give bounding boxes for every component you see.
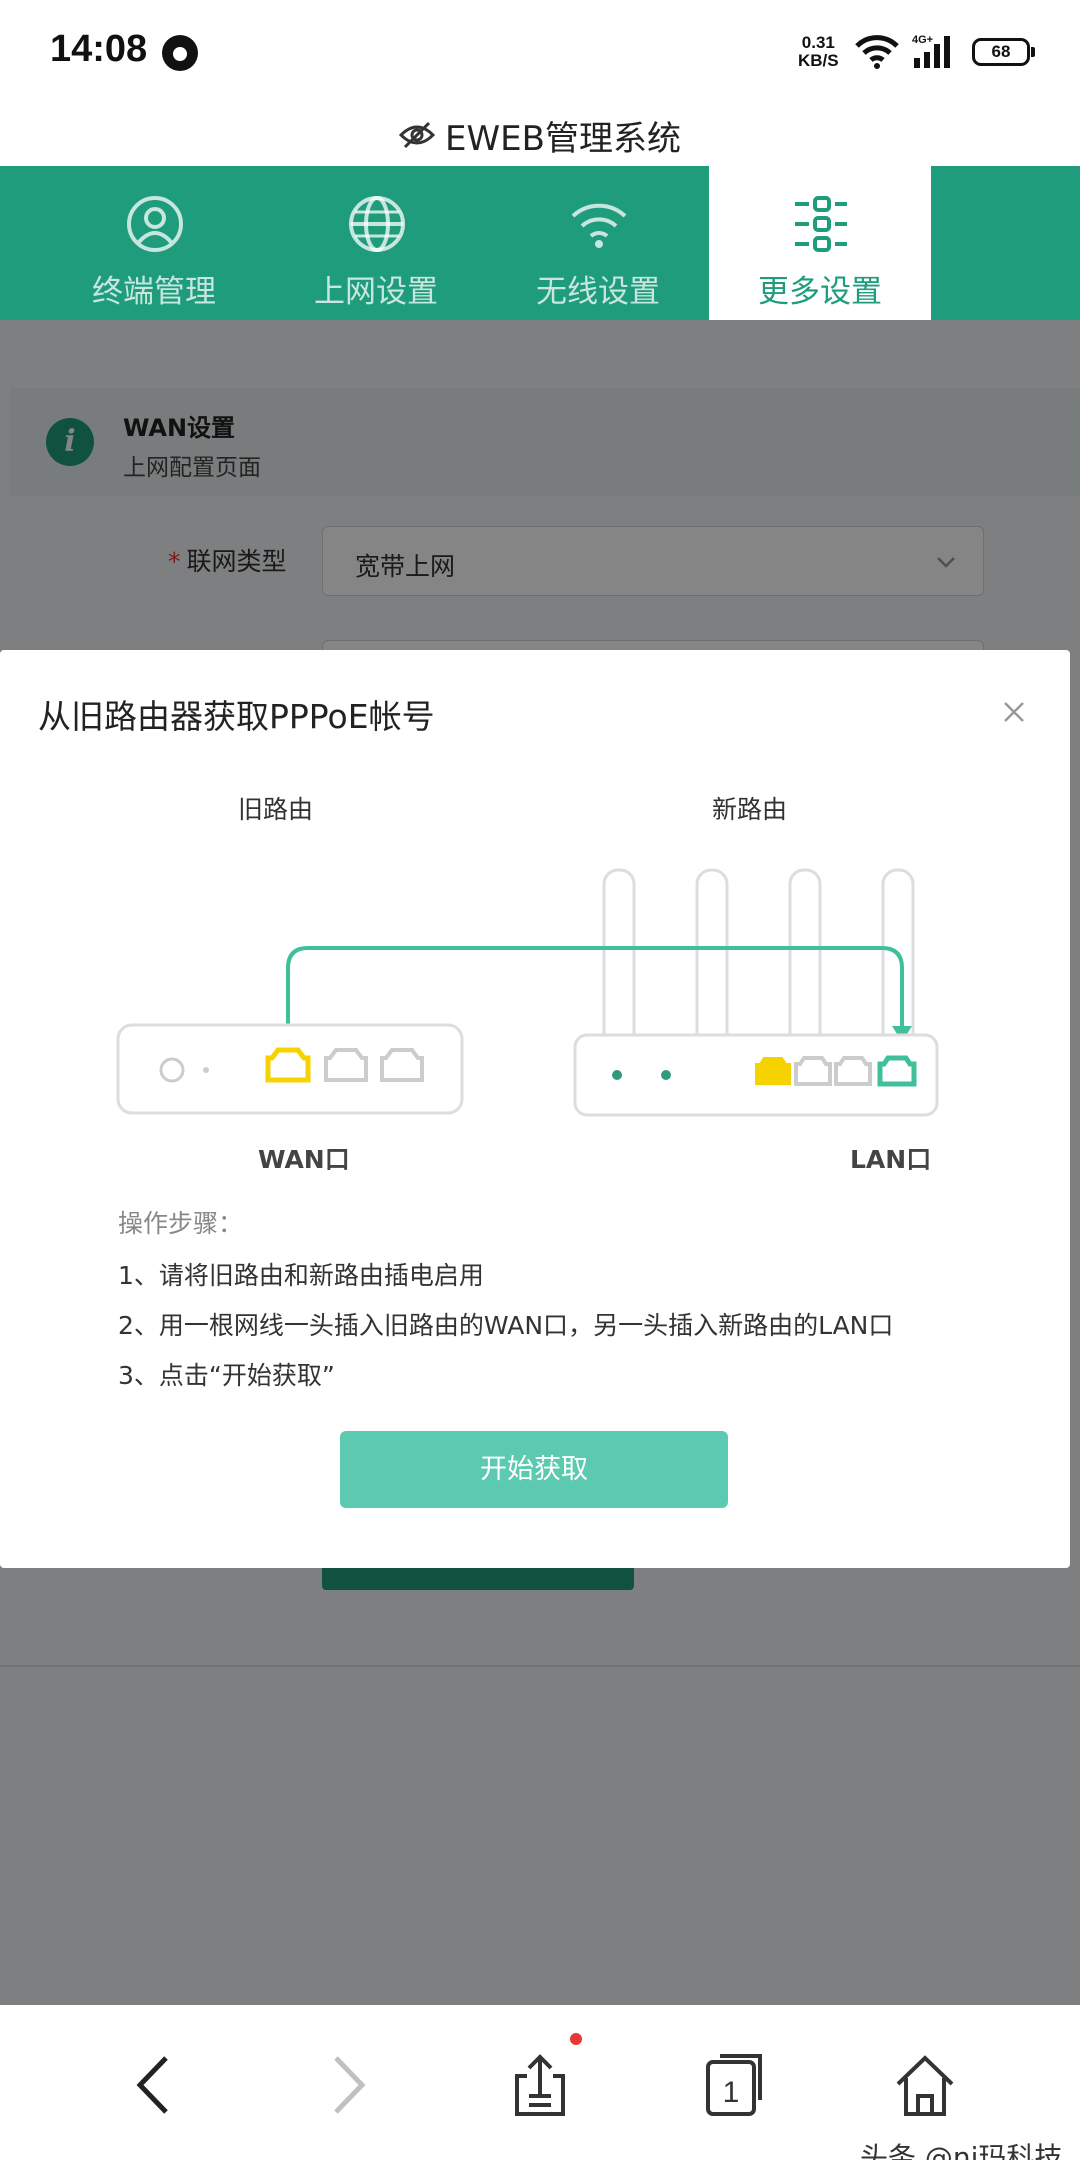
step-item: 2、用一根网线一头插入旧路由的WAN口，另一头插入新路由的LAN口	[118, 1311, 894, 1340]
step-item: 1、请将旧路由和新路由插电启用	[118, 1261, 484, 1290]
notification-badge	[570, 2033, 582, 2045]
sliders-icon	[795, 196, 847, 252]
speed-value: 0.31	[801, 33, 835, 52]
app-header: EWEB管理系统	[0, 104, 1080, 166]
share-icon[interactable]	[505, 2050, 575, 2120]
main-nav: 终端管理 上网设置 无线设置 更多设置	[0, 166, 1080, 320]
cellular-signal-icon: 4G+	[912, 34, 950, 68]
tab-label: 无线设置	[536, 274, 660, 310]
old-router-illustration	[116, 1023, 464, 1115]
close-icon[interactable]	[996, 694, 1032, 730]
step-item: 3、点击“开始获取”	[118, 1361, 335, 1390]
tab-internet-settings[interactable]: 上网设置	[265, 166, 487, 320]
lan-port-label: LAN口	[850, 1145, 932, 1174]
wan-port-label: WAN口	[258, 1145, 350, 1174]
wifi-status-icon	[855, 35, 899, 69]
user-circle-icon	[127, 196, 183, 252]
tab-label: 更多设置	[758, 274, 882, 310]
modal-title: 从旧路由器获取PPPoE帐号	[38, 697, 435, 736]
status-time: 14:08	[50, 28, 148, 70]
tabs-count-icon[interactable]: 1	[698, 2050, 768, 2120]
home-icon[interactable]	[890, 2050, 960, 2120]
watermark: 头条 @ni玛科技	[860, 2141, 1063, 2160]
connection-diagram	[116, 868, 939, 1117]
start-fetch-button[interactable]: 开始获取	[340, 1431, 728, 1508]
steps-title: 操作步骤：	[118, 1209, 244, 1238]
pppoe-modal: 从旧路由器获取PPPoE帐号 旧路由 新路由 WAN口 LAN口 操作步骤： 1…	[0, 650, 1070, 1568]
old-router-label: 旧路由	[238, 795, 314, 824]
network-type: 4G+	[912, 34, 933, 46]
page-title: EWEB管理系统	[445, 118, 681, 159]
eye-off-icon	[399, 121, 436, 149]
tab-terminal-management[interactable]: 终端管理	[43, 166, 265, 320]
tab-label: 终端管理	[92, 274, 216, 310]
notification-icon	[162, 35, 198, 71]
tab-wireless-settings[interactable]: 无线设置	[487, 166, 709, 320]
tab-label: 上网设置	[314, 274, 438, 310]
tab-more-settings[interactable]: 更多设置	[709, 166, 931, 320]
back-arrow-icon[interactable]	[120, 2050, 190, 2120]
status-bar: 14:08 0.31 KB/S 4G+ 68	[0, 0, 1080, 104]
speed-unit: KB/S	[798, 51, 839, 70]
forward-arrow-icon[interactable]	[312, 2050, 382, 2120]
wifi-icon	[571, 203, 627, 248]
network-speed: 0.31 KB/S	[798, 34, 839, 70]
svg-text:1: 1	[723, 2076, 740, 2109]
new-router-label: 新路由	[712, 795, 788, 824]
globe-icon	[349, 196, 405, 252]
new-router-illustration	[573, 1033, 939, 1117]
battery-icon: 68	[972, 38, 1035, 66]
